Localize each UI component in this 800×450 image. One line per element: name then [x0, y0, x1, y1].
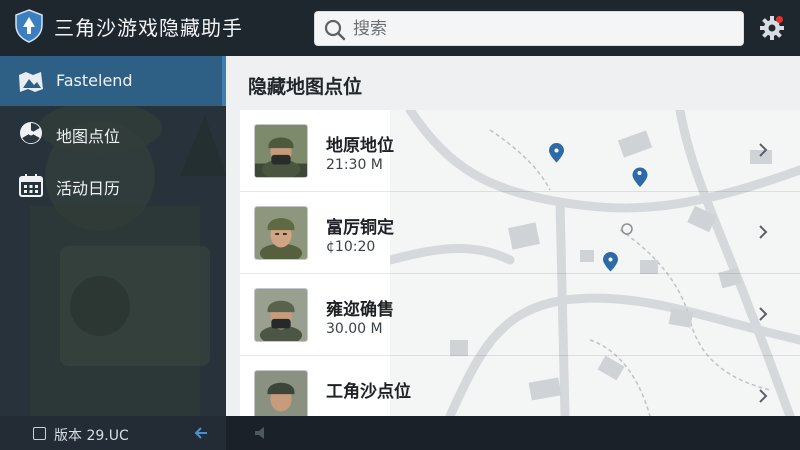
list-item[interactable]: 雍迩确售 30.00 M — [240, 274, 800, 356]
list-item-subtitle: ¢10:20 — [326, 239, 376, 255]
version-area: 版本 29.UC — [0, 416, 226, 450]
list-item[interactable]: 工角沙点位 — [240, 356, 800, 416]
radiation-icon — [20, 122, 42, 144]
main-content: 隐藏地图点位 地原地位 21:30 M 富厉铜定 ¢10:20 雍迩确售 30.… — [226, 56, 800, 416]
list-item-subtitle: 30.00 M — [326, 321, 383, 337]
chevron-right-icon — [759, 389, 768, 403]
search-input[interactable] — [353, 16, 733, 42]
list-item-subtitle: 21:30 M — [326, 157, 383, 173]
list-item-title: 富厉铜定 — [326, 218, 394, 238]
chevron-right-icon — [759, 143, 768, 157]
checkbox-icon — [33, 427, 46, 440]
back-arrow-icon[interactable] — [193, 425, 209, 441]
notification-dot — [776, 16, 783, 23]
list-item[interactable]: 地原地位 21:30 M — [240, 110, 800, 192]
soldier-mask-avatar-icon — [254, 124, 308, 178]
page-title: 隐藏地图点位 — [248, 76, 363, 98]
list-item-title: 雍迩确售 — [326, 300, 394, 320]
app-title: 三角沙游戏隐藏助手 — [54, 16, 243, 40]
sidebar-item-event-calendar[interactable]: 活动日历 — [0, 160, 226, 210]
sidebar-item-label: 地图点位 — [56, 127, 121, 146]
chevron-right-icon — [759, 307, 768, 321]
version-label: 版本 29.UC — [54, 428, 129, 444]
top-bar: 三角沙游戏隐藏助手 — [0, 0, 800, 56]
calendar-icon — [19, 174, 43, 197]
shield-logo-icon — [15, 9, 43, 43]
bottom-bar: 版本 29.UC — [0, 416, 800, 450]
map-icon — [19, 72, 43, 92]
soldier-goggles-avatar-icon — [254, 288, 308, 342]
speaker-icon[interactable] — [253, 425, 269, 441]
list-item-title: 工角沙点位 — [326, 382, 411, 402]
sidebar-item-map-points[interactable]: 地图点位 — [0, 108, 226, 158]
chevron-right-icon — [759, 225, 768, 239]
map-points-list-panel: 地原地位 21:30 M 富厉铜定 ¢10:20 雍迩确售 30.00 M 工角… — [240, 110, 800, 416]
soldier-helmet-avatar-icon — [254, 206, 308, 260]
soldier-avatar-icon — [254, 370, 308, 416]
search-icon — [324, 19, 346, 41]
list-item[interactable]: 富厉铜定 ¢10:20 — [240, 192, 800, 274]
sidebar: Fastelend 地图点位 活动日历 — [0, 56, 226, 416]
list-item-title: 地原地位 — [326, 136, 394, 156]
sidebar-item-label: 活动日历 — [56, 179, 121, 198]
search-bar[interactable] — [314, 11, 744, 46]
sidebar-item-label: Fastelend — [56, 71, 133, 90]
sidebar-item-fastelend[interactable]: Fastelend — [0, 56, 226, 106]
